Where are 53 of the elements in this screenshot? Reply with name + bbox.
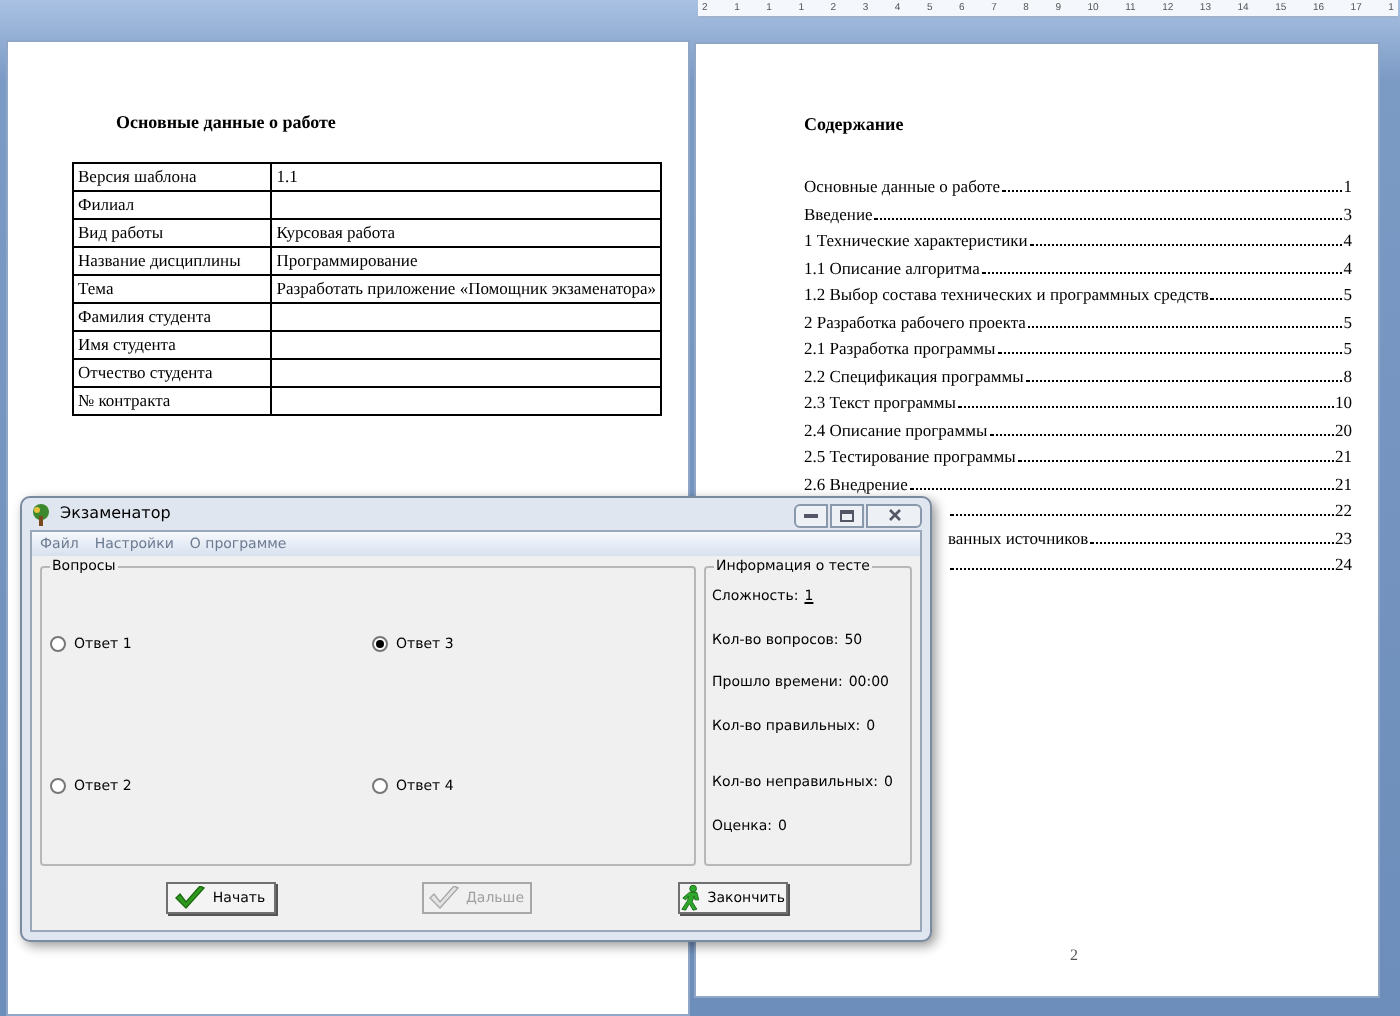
toc-page-number: 8	[1343, 365, 1352, 385]
page-heading: Основные данные о работе	[116, 110, 338, 136]
close-button[interactable]	[866, 503, 922, 527]
toc-entry: 2.1 Разработка программы	[804, 338, 996, 358]
toc-entry: 2.4 Описание программы	[804, 419, 988, 439]
toc-entry: 2.5 Тестирование программы	[804, 446, 1016, 466]
table-cell: Фамилия студента	[73, 302, 272, 330]
close-icon	[887, 508, 901, 522]
toc-entry: 1.1 Описание алгоритма	[804, 257, 980, 277]
toc-entry: 2.6 Внедрение	[804, 473, 908, 493]
check-icon	[174, 886, 207, 910]
table-cell: Разработать приложение «Помощник экзаменатора»	[271, 274, 661, 302]
toc-entry: 2 Разработка рабочего проекта	[804, 311, 1026, 331]
table-cell: Название дисциплины	[73, 246, 272, 274]
table-cell: Филиал	[73, 190, 272, 218]
toc-entry: 2.3 Текст программы	[804, 392, 956, 412]
table-cell: Курсовая работа	[271, 218, 661, 246]
running-figure-icon	[679, 884, 702, 912]
toc-page-number: 4	[1343, 257, 1352, 277]
page-heading: Содержание	[804, 112, 906, 138]
toc-page-number: 23	[1335, 527, 1352, 547]
table-cell: 1.1	[271, 162, 661, 190]
toc-page-number: 5	[1343, 338, 1352, 358]
toc-page-number: 5	[1343, 284, 1352, 304]
toc-page-number: 3	[1343, 203, 1352, 223]
page-number: 2	[1070, 944, 1080, 968]
minimize-button[interactable]	[794, 503, 828, 527]
check-icon	[427, 886, 460, 910]
app-icon	[30, 503, 52, 525]
toc-page-number: 24	[1335, 554, 1352, 574]
table-cell: № контракта	[73, 386, 272, 414]
toc-entry: ванных источников	[948, 527, 1089, 547]
toc-page-number: 5	[1343, 311, 1352, 331]
toc-entry: Основные данные о работе	[804, 176, 1001, 196]
table-cell: Отчество студента	[73, 358, 272, 386]
toc-page-number: 21	[1335, 446, 1352, 466]
table-cell: Имя студента	[73, 330, 272, 358]
table-cell: Программирование	[271, 246, 661, 274]
toc-page-number: 10	[1335, 392, 1352, 412]
toc-page-number: 21	[1335, 473, 1352, 493]
toc-entry: Введение	[804, 203, 873, 223]
table-cell: Версия шаблона	[73, 162, 272, 190]
toc-page-number: 4	[1343, 230, 1352, 250]
toc-entry: 1 Технические характеристики	[804, 230, 1028, 250]
toc-entry: 2.2 Спецификация программы	[804, 365, 1024, 385]
table-cell: Вид работы	[73, 218, 272, 246]
window-title: Экзаменатор	[60, 502, 171, 526]
maximize-button[interactable]	[830, 503, 864, 527]
toc-page-number: 22	[1335, 500, 1352, 520]
toc-entry: 1.2 Выбор состава технических и программных средств	[804, 284, 1209, 304]
toc-page-number: 1	[1343, 176, 1352, 196]
toc-page-number: 20	[1335, 419, 1352, 439]
table-cell: Тема	[73, 274, 272, 302]
